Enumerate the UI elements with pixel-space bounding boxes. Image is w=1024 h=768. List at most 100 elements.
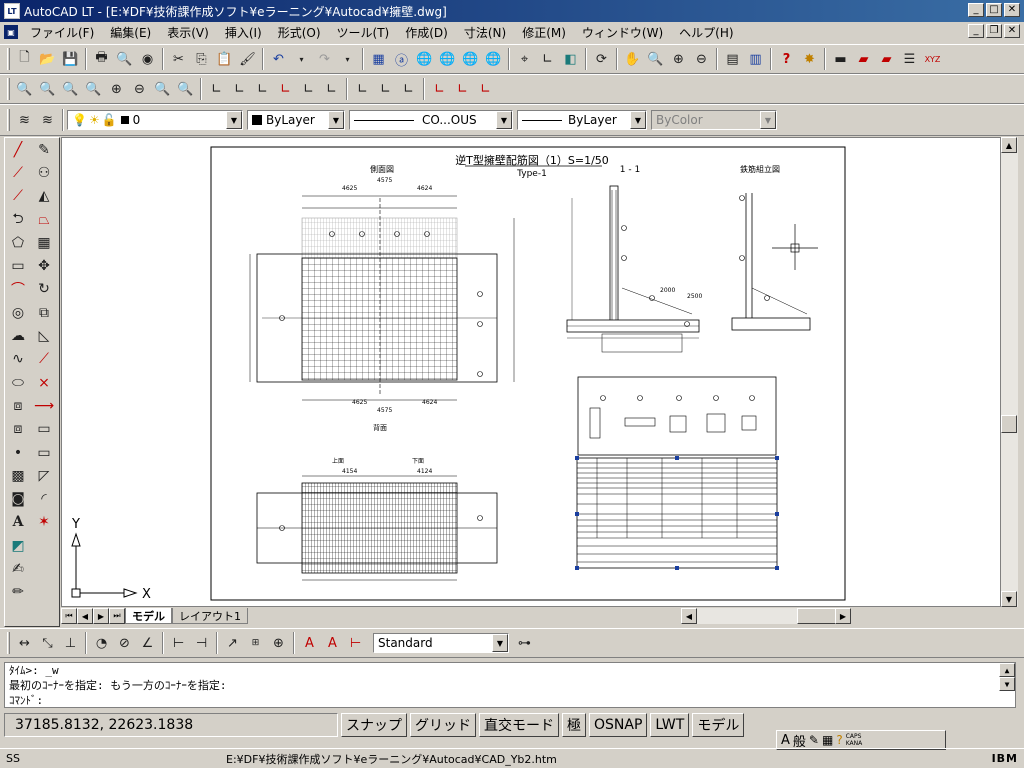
dim-style-icon[interactable]: ◩ <box>5 534 31 557</box>
command-window[interactable]: ﾀｲﾑ>: _w 最初のｺｰﾅｰを指定: もう一方のｺｰﾅｰを指定: ｺﾏﾝﾄﾞ… <box>4 662 1016 708</box>
ucs-z-icon[interactable]: ∟ <box>374 78 397 100</box>
ucs-rotate-z-icon[interactable]: ∟ <box>474 78 497 100</box>
ucs-2-icon[interactable]: ∟ <box>228 78 251 100</box>
osnap-toggle[interactable]: OSNAP <box>589 713 648 737</box>
menu-window[interactable]: ウィンドウ(W) <box>574 24 671 41</box>
doc-restore-button[interactable]: ❐ <box>986 24 1002 38</box>
ime-mode-kanji[interactable]: 般 <box>793 731 806 750</box>
zoom-scale-icon[interactable]: 🔍 <box>59 78 82 100</box>
dim-text-edit-icon[interactable]: A <box>321 632 344 654</box>
move-icon[interactable]: ✥ <box>31 254 57 277</box>
doc-minimize-button[interactable]: _ <box>968 24 984 38</box>
spline-icon[interactable]: ∿ <box>5 348 31 371</box>
menu-edit[interactable]: 編集(E) <box>102 24 159 41</box>
lengthen-icon[interactable]: ⟋ <box>31 348 57 371</box>
ucs-3point-icon[interactable]: ∟ <box>397 78 420 100</box>
close-button[interactable]: ✕ <box>1004 3 1020 17</box>
menu-help[interactable]: ヘルプ(H) <box>671 24 741 41</box>
insert-block-icon[interactable]: ⧈ <box>5 394 31 417</box>
zoom-window-icon[interactable]: ⊕ <box>667 48 690 70</box>
scroll-right-icon[interactable]: ▶ <box>835 608 851 624</box>
text-icon[interactable]: A <box>5 511 31 534</box>
h-scroll-thumb[interactable] <box>797 608 837 624</box>
ime-mode-a[interactable]: A <box>781 733 790 748</box>
ime-help-icon[interactable]: ? <box>836 733 842 747</box>
linetype-combo[interactable]: CO...OUS ▼ <box>349 110 513 130</box>
snap-toggle[interactable]: スナップ <box>341 713 407 737</box>
redo-dropdown-icon[interactable]: ▾ <box>336 48 359 70</box>
ellipse-icon[interactable]: ⬭ <box>5 371 31 394</box>
rotate-icon[interactable]: ↻ <box>31 278 57 301</box>
break-at-point-icon[interactable]: ▭ <box>31 441 57 464</box>
zoom-window-2-icon[interactable]: 🔍 <box>13 78 36 100</box>
dim-style-dropdown-icon[interactable]: ▼ <box>492 634 508 652</box>
dim-radius-icon[interactable]: ◔ <box>90 632 113 654</box>
save-icon[interactable]: 💾 <box>59 48 82 70</box>
tab-next-icon[interactable]: ▶ <box>93 608 109 624</box>
menu-dimension[interactable]: 寸法(N) <box>456 24 514 41</box>
mirror-icon[interactable]: ◭ <box>31 185 57 208</box>
minimize-button[interactable]: _ <box>968 3 984 17</box>
extend-icon[interactable]: ⟶ <box>31 394 57 417</box>
make-block-icon[interactable]: ⧈ <box>5 418 31 441</box>
dim-update-icon[interactable]: ⊢ <box>344 632 367 654</box>
drawing-area[interactable]: 逆T型擁壁配筋図（1）S=1/50 Type-1 側面図 1 - 1 鉄筋組立図… <box>61 137 1001 607</box>
pentagon-icon[interactable]: ⬠ <box>5 231 31 254</box>
ucs-3-icon[interactable]: ∟ <box>251 78 274 100</box>
menu-format[interactable]: 形式(O) <box>270 24 329 41</box>
layer-dropdown-icon[interactable]: ▼ <box>226 111 242 129</box>
publish-icon[interactable]: ◉ <box>136 48 159 70</box>
scroll-down-icon[interactable]: ▼ <box>1001 591 1017 607</box>
dim-linear-icon[interactable]: ↔ <box>13 632 36 654</box>
hatch-icon[interactable]: ▩ <box>5 464 31 487</box>
zoom-realtime-icon[interactable]: 🔍 <box>644 48 667 70</box>
model-toggle[interactable]: モデル <box>692 713 745 737</box>
dim-continue-icon[interactable]: ⊣ <box>190 632 213 654</box>
dim-edit-icon[interactable]: A <box>298 632 321 654</box>
ucs-1-icon[interactable]: ∟ <box>205 78 228 100</box>
cut-icon[interactable]: ✂ <box>167 48 190 70</box>
autodesk-icon[interactable]: ⓐ <box>390 48 413 70</box>
zoom-extents-icon[interactable]: 🔍 <box>174 78 197 100</box>
dim-style-manager-icon[interactable]: ⊶ <box>513 632 536 654</box>
ucs-6-icon[interactable]: ∟ <box>320 78 343 100</box>
zoom-center-icon[interactable]: 🔍 <box>82 78 105 100</box>
erase-icon[interactable]: ✎ <box>31 138 57 161</box>
dim-red-2-icon[interactable]: ▰ <box>875 48 898 70</box>
menu-view[interactable]: 表示(V) <box>159 24 217 41</box>
copy-icon[interactable]: ⎘ <box>190 48 213 70</box>
scroll-left-icon[interactable]: ◀ <box>681 608 697 624</box>
ucs-icon[interactable]: ∟ <box>536 48 559 70</box>
linetype-dropdown-icon[interactable]: ▼ <box>496 111 512 129</box>
ime-tool-icon[interactable]: ✎ <box>809 733 819 747</box>
polyline-icon[interactable]: ⟋ <box>5 185 31 208</box>
color-combo[interactable]: ByLayer ▼ <box>247 110 345 130</box>
tab-model[interactable]: モデル <box>125 608 172 624</box>
polar-toggle[interactable]: 極 <box>562 713 586 737</box>
dim-ordinate-icon[interactable]: ⊥ <box>59 632 82 654</box>
trim-icon[interactable]: ⨯ <box>31 371 57 394</box>
array-icon[interactable]: ▦ <box>31 231 57 254</box>
coordinates-readout[interactable]: 37185.8132, 22623.1838 <box>4 713 338 737</box>
arc-icon[interactable]: ⌒ <box>5 278 31 301</box>
osnap-icon[interactable]: ⌖ <box>513 48 536 70</box>
xyz-icon[interactable]: XYZ <box>921 48 944 70</box>
region-icon[interactable]: ◙ <box>5 487 31 510</box>
tab-last-icon[interactable]: ⏭ <box>109 608 125 624</box>
ucs-4-icon[interactable]: ∟ <box>274 78 297 100</box>
horizontal-scrollbar[interactable]: ◀ ▶ <box>681 608 851 624</box>
ortho-toggle[interactable]: 直交モード <box>479 713 559 737</box>
break-icon[interactable]: ▭ <box>31 418 57 441</box>
zoom-previous-icon[interactable]: ⊖ <box>690 48 713 70</box>
dim-red-1-icon[interactable]: ▰ <box>852 48 875 70</box>
maximize-button[interactable]: □ <box>986 3 1002 17</box>
line-icon[interactable]: ╱ <box>5 138 31 161</box>
leader-icon[interactable]: ↗ <box>221 632 244 654</box>
lwt-toggle[interactable]: LWT <box>650 713 690 737</box>
tolerance-icon[interactable]: ⊞ <box>244 632 267 654</box>
web-icon-2[interactable]: 🌐 <box>436 48 459 70</box>
new-icon[interactable]: 🗋 <box>13 48 36 70</box>
grid-toggle[interactable]: グリッド <box>410 713 476 737</box>
dim-angular-icon[interactable]: ∠ <box>136 632 159 654</box>
document-icon[interactable]: ▣ <box>4 25 18 39</box>
